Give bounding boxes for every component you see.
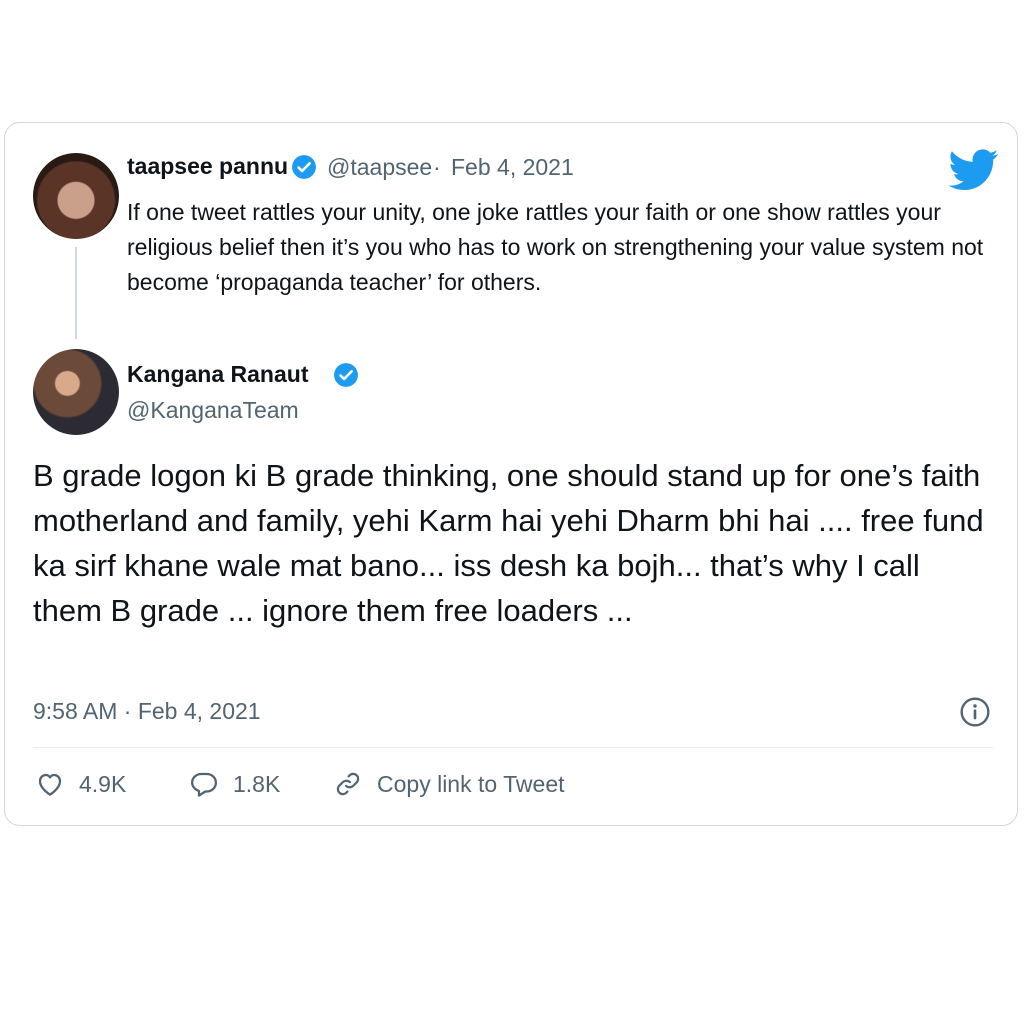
info-icon[interactable] (959, 696, 991, 728)
quoted-date[interactable]: Feb 4, 2021 (451, 154, 574, 181)
reply-count: 1.8K (233, 770, 281, 797)
verified-badge-icon (292, 155, 316, 179)
tweet-timestamp[interactable]: 9:58 AM · Feb 4, 2021 (33, 698, 261, 725)
tweet-handle[interactable]: @KanganaTeam (127, 397, 299, 424)
quoted-separator: · (433, 154, 441, 180)
quoted-handle[interactable]: @taapsee (327, 154, 432, 181)
divider (33, 747, 993, 748)
kangana-avatar[interactable] (33, 349, 119, 435)
heart-icon (38, 773, 62, 796)
thread-connector-line (75, 247, 77, 339)
like-button[interactable]: 4.9K (35, 769, 126, 799)
speech-bubble-icon (191, 772, 217, 797)
copy-link-button[interactable]: Copy link to Tweet (333, 769, 565, 799)
taapsee-avatar[interactable] (33, 153, 119, 239)
link-icon (336, 772, 360, 796)
tweet-display-name[interactable]: Kangana Ranaut (127, 361, 308, 388)
quoted-display-name[interactable]: taapsee pannu (127, 153, 288, 180)
tweet-embed-card: taapsee pannu @taapsee · Feb 4, 2021 If … (4, 122, 1018, 826)
tweet-text: B grade logon ki B grade thinking, one s… (33, 458, 984, 628)
quoted-tweet-text: If one tweet rattles your unity, one jok… (127, 199, 984, 295)
verified-badge-icon (334, 363, 358, 387)
reply-button[interactable]: 1.8K (189, 769, 280, 799)
twitter-bird-icon[interactable] (949, 149, 999, 191)
copy-link-label: Copy link to Tweet (377, 770, 565, 797)
like-count: 4.9K (79, 770, 127, 797)
